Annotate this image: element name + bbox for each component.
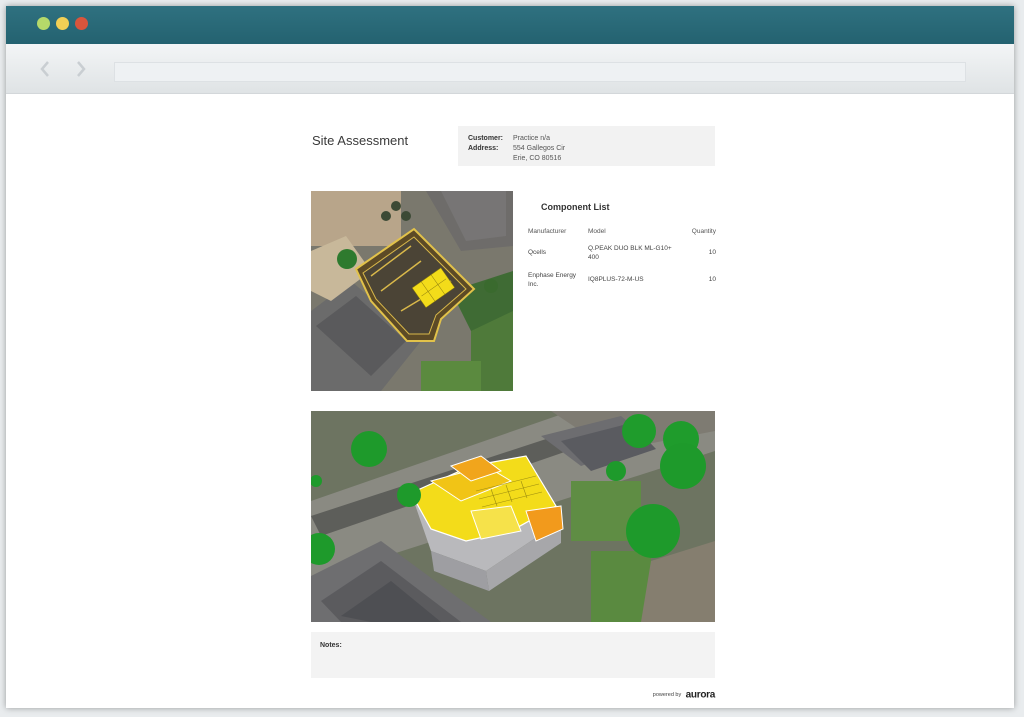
chevron-left-icon [40,61,49,77]
customer-info-box: Customer: Practice n/a Address: 554 Gall… [458,126,715,166]
close-button[interactable] [75,17,88,30]
address-line-2: Erie, CO 80516 [513,155,562,162]
header-manufacturer: Manufacturer [528,228,567,235]
3d-site-view [311,411,715,622]
address-bar[interactable] [114,62,966,82]
cell-quantity: 10 [708,276,716,283]
header-model: Model [588,228,606,235]
component-table-header: Manufacturer Model Quantity [526,228,716,235]
aurora-logo: aurora [685,689,716,701]
powered-by-footer: powered by aurora [641,686,716,704]
customer-label: Customer: [468,135,504,142]
chevron-right-icon [77,61,86,77]
forward-button[interactable] [72,58,90,80]
notes-label: Notes: [320,642,342,649]
notes-section: Notes: [311,632,715,678]
cell-manufacturer: Qcells [528,249,547,256]
address-label: Address: [468,145,499,152]
header-quantity: Quantity [691,228,716,235]
overhead-site-map [311,191,513,391]
minimize-button[interactable] [56,17,69,30]
back-button[interactable] [36,58,54,80]
powered-by-label: powered by [652,691,682,698]
overhead-map-image [311,191,513,391]
customer-value: Practice n/a [513,135,550,142]
title-bar [6,6,1014,44]
cell-model: IQ8PLUS-72-M-US [588,276,644,283]
component-list: Component List Manufacturer Model Quanti… [526,191,716,289]
navigation-bar [6,44,1014,94]
component-list-title: Component List [541,202,610,212]
address-line-1: 554 Gallegos Cir [513,145,566,152]
3d-site-image [311,411,715,622]
table-row: Enphase Energy Inc. IQ8PLUS-72-M-US 10 [526,271,716,289]
cell-quantity: 10 [708,249,716,256]
page-title: Site Assessment [312,133,409,148]
browser-window: Site Assessment Customer: Practice n/a A… [6,6,1014,708]
table-row: Qcells Q.PEAK DUO BLK ML-G10+ 400 10 [526,244,716,262]
cell-manufacturer: Enphase Energy Inc. [528,272,577,288]
maximize-button[interactable] [37,17,50,30]
cell-model: Q.PEAK DUO BLK ML-G10+ 400 [588,245,672,261]
